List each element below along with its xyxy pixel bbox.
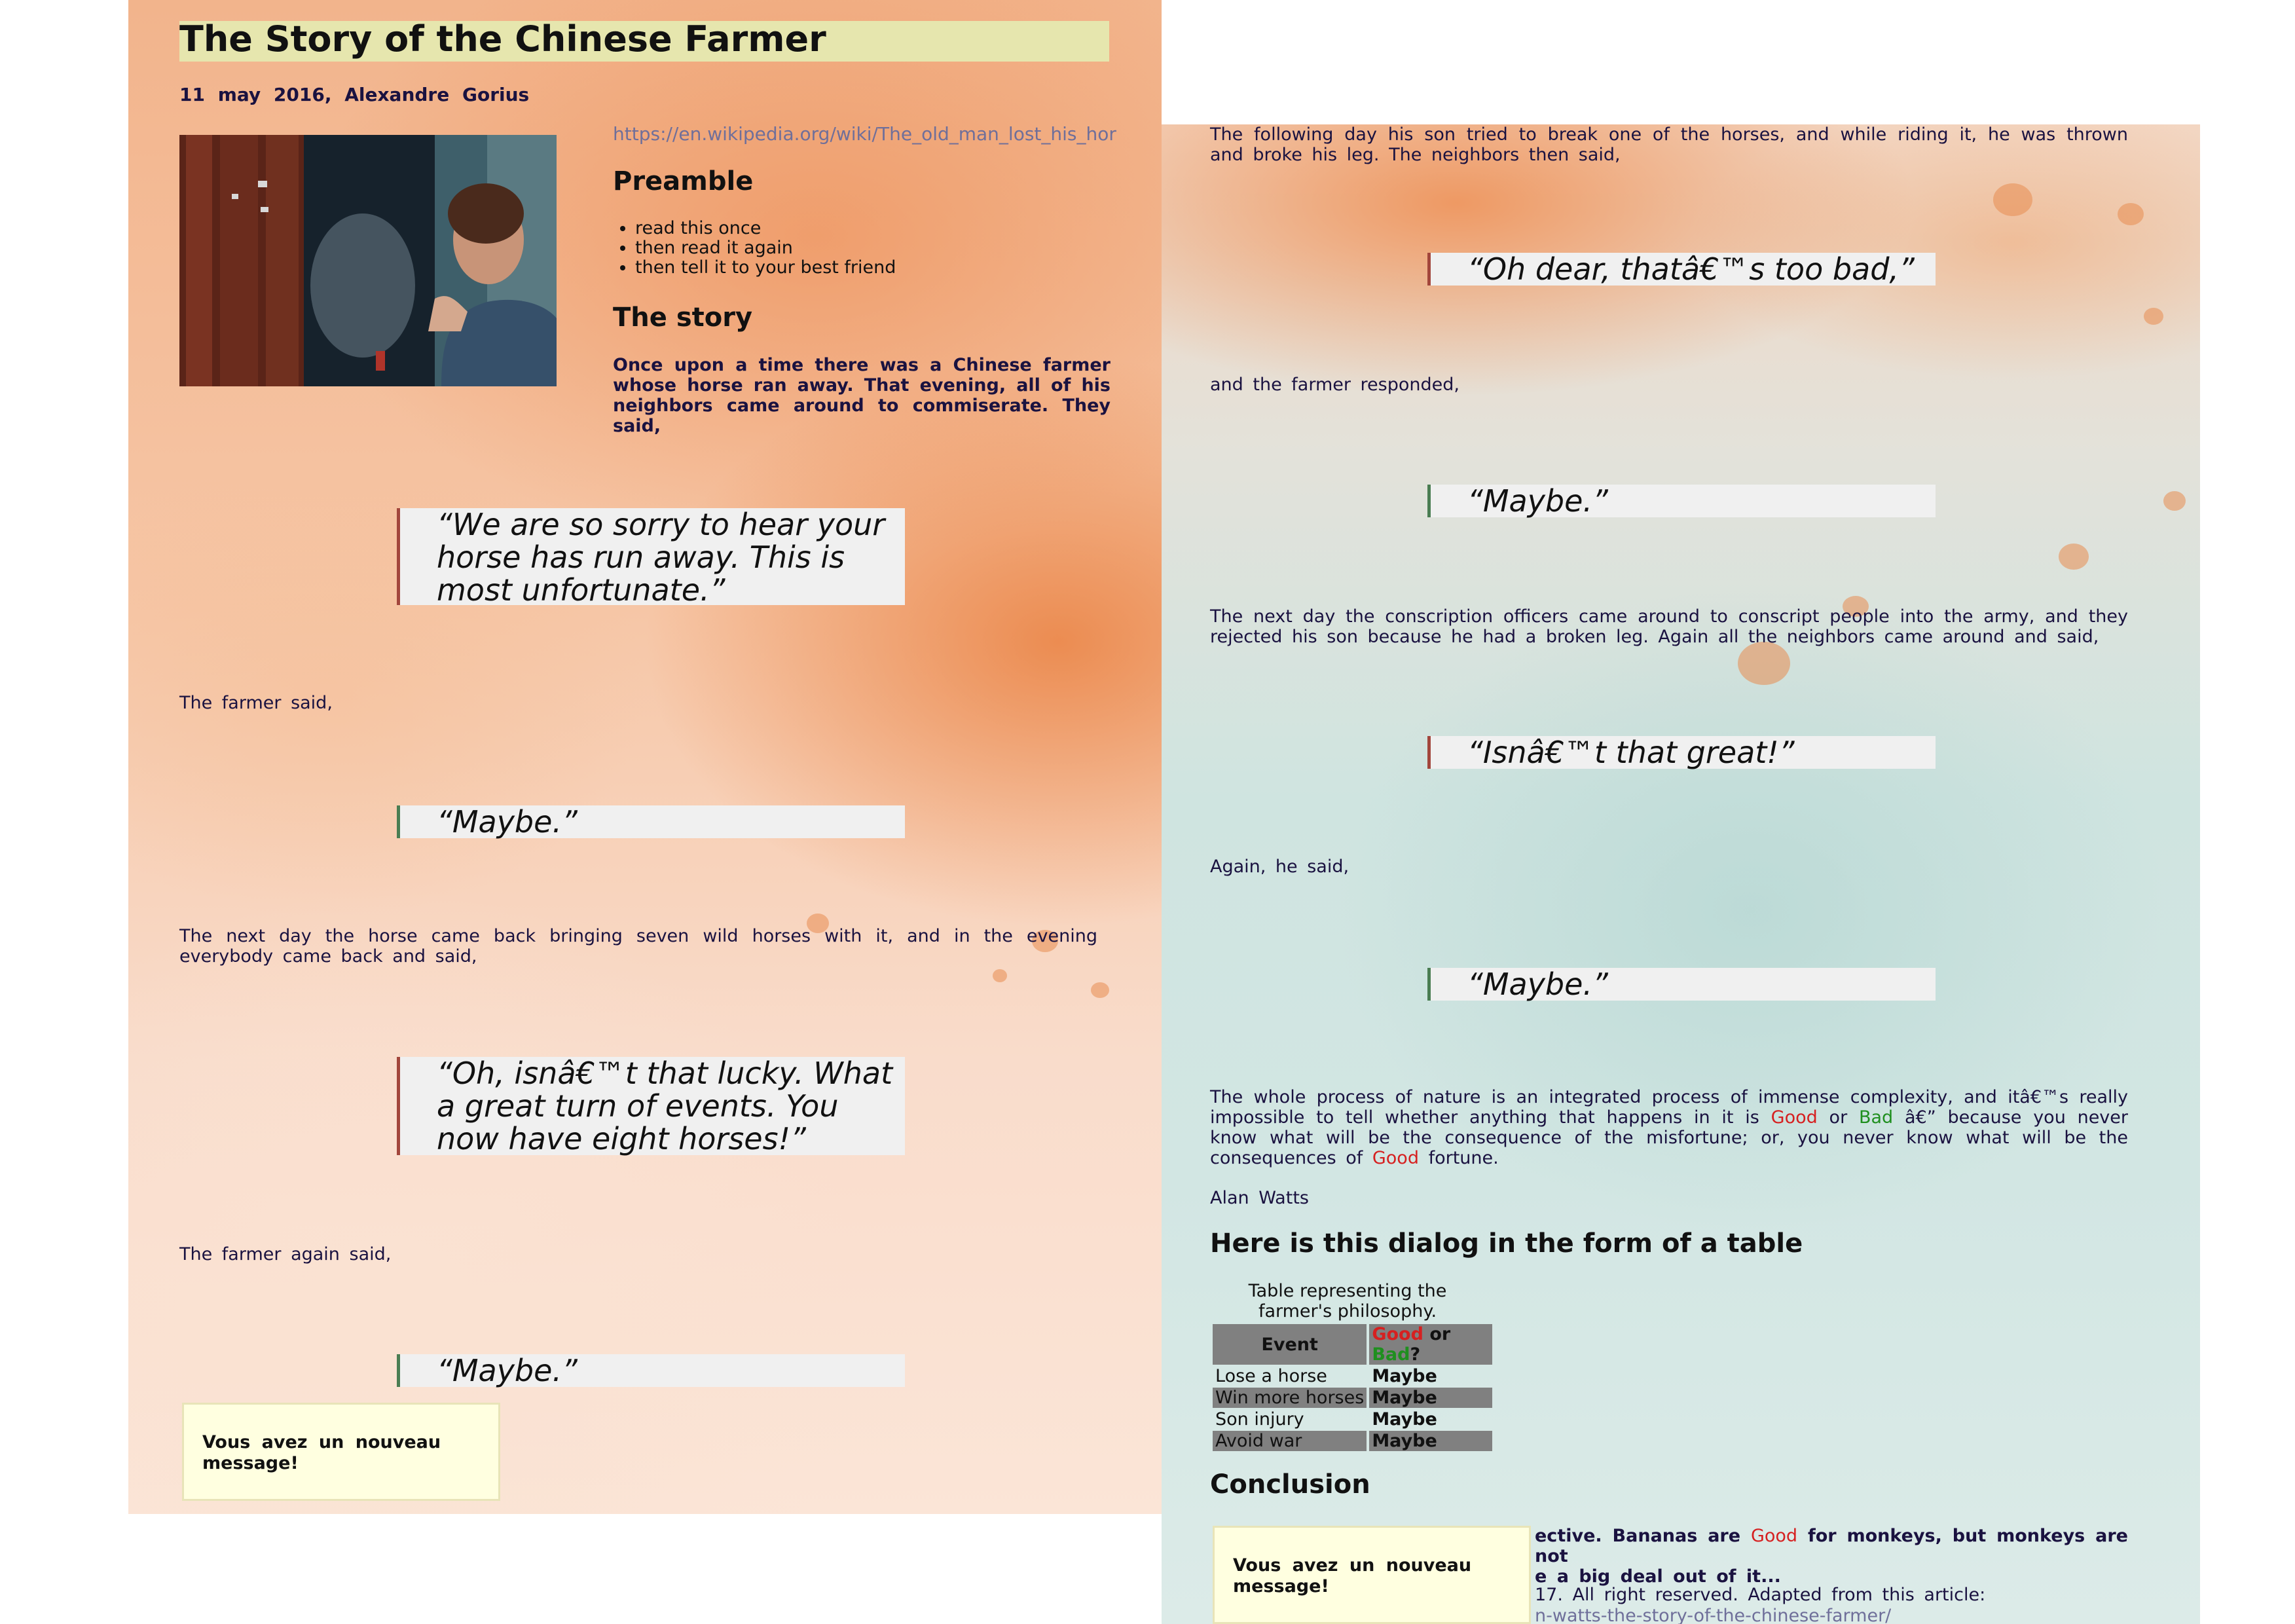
conclusion-heading: Conclusion — [1210, 1469, 1370, 1500]
conscription-paragraph: The next day the conscription officers c… — [1210, 606, 2128, 647]
table-cell-event: Lose a horse — [1215, 1366, 1327, 1386]
table-caption: Table representing the farmer's philosop… — [1248, 1281, 1447, 1321]
quote-lucky: “Oh, isnâ€™t that lucky. What a great tu… — [397, 1057, 905, 1155]
table-row: Win more horses Maybe — [1213, 1388, 1493, 1408]
quote-maybe: “Maybe.” — [397, 805, 905, 838]
source-link[interactable]: https://en.wikipedia.org/wiki/The_old_ma… — [613, 123, 1117, 145]
list-item: read this once — [635, 219, 896, 238]
column-header-event: Event — [1213, 1324, 1367, 1365]
column-header-verdict: Good or Bad? — [1369, 1324, 1493, 1365]
story-intro: Once upon a time there was a Chinese far… — [613, 355, 1111, 436]
list-item: then read it again — [635, 238, 896, 258]
quote-author: Alan Watts — [1210, 1188, 1309, 1208]
table-row: Lose a horse Maybe — [1213, 1366, 1492, 1386]
notification-toast[interactable]: Vous avez un nouveau message! — [182, 1403, 500, 1501]
or-word: or — [1429, 1324, 1451, 1344]
conclusion-text: ective. Bananas are — [1535, 1526, 1741, 1546]
article-link[interactable]: n-watts-the-story-of-the-chinese-farmer/ — [1535, 1606, 1891, 1624]
quote-maybe: “Maybe.” — [1427, 485, 1936, 517]
table-cell-verdict: Maybe — [1369, 1388, 1493, 1408]
notification-toast[interactable]: Vous avez un nouveau message! — [1213, 1526, 1531, 1624]
paint-blot — [993, 969, 1007, 982]
paint-blot — [2118, 203, 2144, 225]
preamble-heading: Preamble — [613, 166, 754, 196]
quote-too-bad: “Oh dear, thatâ€™s too bad,” — [1427, 253, 1936, 286]
page-title: The Story of the Chinese Farmer — [179, 18, 826, 60]
bad-word: Bad — [1372, 1344, 1410, 1365]
table-cell-event: Avoid war — [1213, 1431, 1367, 1451]
table-cell-event: Son injury — [1215, 1409, 1304, 1430]
page-one: The Story of the Chinese Farmer 11 may 2… — [128, 0, 1162, 1514]
conclusion-text: e a big deal out of it... — [1535, 1566, 1781, 1587]
story-photo — [179, 135, 557, 386]
story-heading: The story — [613, 303, 753, 333]
list-item: then tell it to your best friend — [635, 258, 896, 278]
table-cell-event: Win more horses — [1213, 1388, 1367, 1408]
quote-neighbors-sorry: “We are so sorry to hear your horse has … — [397, 508, 905, 606]
quote-text: or — [1829, 1107, 1848, 1128]
table-row: Son injury Maybe — [1213, 1409, 1492, 1430]
paint-blot — [2059, 544, 2089, 570]
next-day-paragraph: The next day the horse came back bringin… — [179, 926, 1097, 967]
again-said: Again, he said, — [1210, 857, 1349, 877]
conclusion-paragraph: ective. Bananas are Good for monkeys, bu… — [1535, 1526, 2128, 1587]
paint-blot — [2163, 491, 2186, 511]
bad-word: Bad — [1858, 1107, 1894, 1128]
quote-text: fortune. — [1428, 1148, 1499, 1168]
table-row: Avoid war Maybe — [1213, 1431, 1493, 1451]
table-heading: Here is this dialog in the form of a tab… — [1210, 1228, 1803, 1259]
paint-blot — [1091, 982, 1109, 998]
table-cell-verdict: Maybe — [1369, 1431, 1493, 1451]
farmer-again-said: The farmer again said, — [179, 1244, 392, 1264]
philosophy-table-wrap: Table representing the farmer's philosop… — [1210, 1281, 1495, 1452]
alan-watts-quote: The whole process of nature is an integr… — [1210, 1087, 2128, 1168]
preamble-list: read this once then read it again then t… — [613, 219, 896, 278]
farmer-responded: and the farmer responded, — [1210, 375, 1460, 395]
paint-blot — [1993, 183, 2032, 216]
good-word: Good — [1750, 1526, 1798, 1546]
question-mark: ? — [1410, 1344, 1421, 1365]
paint-blot — [1738, 642, 1790, 685]
farmer-said: The farmer said, — [179, 693, 333, 713]
byline: 11 may 2016, Alexandre Gorius — [179, 84, 530, 105]
table-header-row: Event Good or Bad? — [1213, 1324, 1493, 1365]
philosophy-table: Table representing the farmer's philosop… — [1210, 1281, 1495, 1452]
good-word: Good — [1771, 1107, 1818, 1128]
good-word: Good — [1372, 1324, 1423, 1344]
paint-blot — [2144, 308, 2163, 325]
quote-great: “Isnâ€™t that great!” — [1427, 736, 1936, 769]
good-word: Good — [1372, 1148, 1419, 1168]
quote-maybe: “Maybe.” — [397, 1354, 905, 1387]
table-cell-verdict: Maybe — [1372, 1366, 1437, 1386]
page-two: The following day his son tried to break… — [1162, 124, 2200, 1624]
following-day-paragraph: The following day his son tried to break… — [1210, 124, 2128, 165]
quote-maybe: “Maybe.” — [1427, 968, 1936, 1001]
copyright-notice: 17. All right reserved. Adapted from thi… — [1535, 1585, 1986, 1605]
table-cell-verdict: Maybe — [1372, 1409, 1437, 1430]
